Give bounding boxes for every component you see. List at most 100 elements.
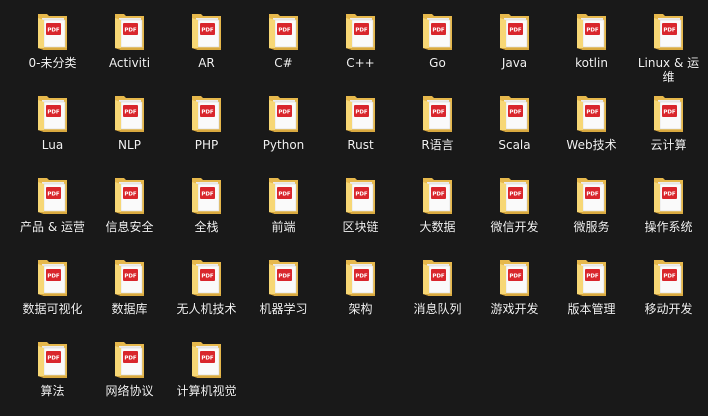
svg-text:PDF: PDF	[432, 192, 445, 198]
folder-label: Activiti	[108, 56, 151, 70]
svg-text:PDF: PDF	[509, 192, 522, 198]
folder-item[interactable]: PDF Java	[476, 4, 553, 86]
folder-item[interactable]: PDF 版本管理	[553, 250, 630, 332]
folder-item[interactable]: PDF 机器学习	[245, 250, 322, 332]
folder-item[interactable]: PDF 数据库	[91, 250, 168, 332]
folder-label: 数据可视化	[22, 302, 83, 316]
folder-label: 计算机视觉	[176, 384, 237, 398]
folder-label: 算法	[40, 384, 65, 398]
folder-item[interactable]: PDF Activiti	[91, 4, 168, 86]
svg-text:PDF: PDF	[355, 110, 368, 116]
folder-label: Java	[501, 56, 528, 70]
pdf-folder-icon: PDF	[267, 90, 301, 134]
pdf-folder-icon: PDF	[652, 90, 686, 134]
folder-label: 信息安全	[105, 220, 154, 234]
folder-item[interactable]: PDF 全栈	[168, 168, 245, 250]
svg-text:PDF: PDF	[663, 274, 676, 280]
folder-item[interactable]: PDF Go	[399, 4, 476, 86]
folder-label: C++	[346, 56, 375, 70]
folder-item[interactable]: PDF Linux & 运维	[630, 4, 707, 86]
svg-text:PDF: PDF	[663, 192, 676, 198]
svg-text:PDF: PDF	[586, 192, 599, 198]
folder-item[interactable]: PDF Scala	[476, 86, 553, 168]
folder-item[interactable]: PDF C++	[322, 4, 399, 86]
pdf-folder-icon: PDF	[498, 8, 532, 52]
svg-text:PDF: PDF	[47, 192, 60, 198]
pdf-folder-icon: PDF	[190, 8, 224, 52]
pdf-folder-icon: PDF	[575, 172, 609, 216]
folder-label: 机器学习	[259, 302, 308, 316]
svg-text:PDF: PDF	[124, 110, 137, 116]
folder-item[interactable]: PDF 操作系统	[630, 168, 707, 250]
folder-item[interactable]: PDF Python	[245, 86, 322, 168]
pdf-folder-icon: PDF	[498, 254, 532, 298]
folder-item[interactable]: PDF 大数据	[399, 168, 476, 250]
folder-label: 全栈	[194, 220, 219, 234]
folder-item[interactable]: PDF C#	[245, 4, 322, 86]
svg-text:PDF: PDF	[355, 192, 368, 198]
pdf-folder-icon: PDF	[267, 254, 301, 298]
pdf-folder-icon: PDF	[344, 254, 378, 298]
folder-item[interactable]: PDF Web技术	[553, 86, 630, 168]
svg-text:PDF: PDF	[124, 356, 137, 362]
folder-item[interactable]: PDF 数据可视化	[14, 250, 91, 332]
folder-item[interactable]: PDF 算法	[14, 332, 91, 414]
folder-item[interactable]: PDF 微信开发	[476, 168, 553, 250]
svg-text:PDF: PDF	[586, 28, 599, 34]
svg-text:PDF: PDF	[201, 274, 214, 280]
pdf-folder-icon: PDF	[113, 336, 147, 380]
folder-item[interactable]: PDF PHP	[168, 86, 245, 168]
folder-label: 消息队列	[413, 302, 462, 316]
svg-text:PDF: PDF	[663, 28, 676, 34]
folder-label: PHP	[194, 138, 219, 152]
folder-item[interactable]: PDF 微服务	[553, 168, 630, 250]
pdf-folder-icon: PDF	[113, 8, 147, 52]
folder-label: Rust	[347, 138, 374, 152]
folder-item[interactable]: PDF 产品 & 运营	[14, 168, 91, 250]
pdf-folder-icon: PDF	[190, 254, 224, 298]
pdf-folder-icon: PDF	[113, 172, 147, 216]
folder-item[interactable]: PDF 0-未分类	[14, 4, 91, 86]
folder-label: 微服务	[573, 220, 610, 234]
folder-label: 大数据	[419, 220, 456, 234]
folder-item[interactable]: PDF 前端	[245, 168, 322, 250]
folder-item[interactable]: PDF 无人机技术	[168, 250, 245, 332]
pdf-folder-icon: PDF	[190, 336, 224, 380]
folder-item[interactable]: PDF NLP	[91, 86, 168, 168]
folder-item[interactable]: PDF 移动开发	[630, 250, 707, 332]
folder-item[interactable]: PDF 计算机视觉	[168, 332, 245, 414]
folder-item[interactable]: PDF AR	[168, 4, 245, 86]
svg-text:PDF: PDF	[47, 110, 60, 116]
svg-text:PDF: PDF	[355, 274, 368, 280]
folder-item[interactable]: PDF kotlin	[553, 4, 630, 86]
folder-label: 微信开发	[490, 220, 539, 234]
folder-item[interactable]: PDF 消息队列	[399, 250, 476, 332]
svg-text:PDF: PDF	[201, 356, 214, 362]
folder-label: Go	[429, 56, 446, 70]
folder-item[interactable]: PDF R语言	[399, 86, 476, 168]
svg-text:PDF: PDF	[47, 274, 60, 280]
svg-text:PDF: PDF	[509, 110, 522, 116]
folder-item[interactable]: PDF 区块链	[322, 168, 399, 250]
folder-label: AR	[198, 56, 215, 70]
pdf-folder-icon: PDF	[652, 172, 686, 216]
folder-item[interactable]: PDF Lua	[14, 86, 91, 168]
folder-label: Python	[262, 138, 305, 152]
pdf-folder-icon: PDF	[190, 172, 224, 216]
pdf-folder-icon: PDF	[267, 8, 301, 52]
svg-text:PDF: PDF	[663, 110, 676, 116]
folder-item[interactable]: PDF 云计算	[630, 86, 707, 168]
svg-text:PDF: PDF	[278, 110, 291, 116]
svg-text:PDF: PDF	[201, 28, 214, 34]
folder-label: C#	[274, 56, 293, 70]
folder-item[interactable]: PDF Rust	[322, 86, 399, 168]
folder-item[interactable]: PDF 网络协议	[91, 332, 168, 414]
folder-item[interactable]: PDF 架构	[322, 250, 399, 332]
folder-label: Linux & 运维	[637, 56, 700, 84]
folder-item[interactable]: PDF 信息安全	[91, 168, 168, 250]
svg-text:PDF: PDF	[432, 110, 445, 116]
folder-item[interactable]: PDF 游戏开发	[476, 250, 553, 332]
folder-label: 网络协议	[105, 384, 154, 398]
file-explorer-view: PDF 0-未分类 PDF Activiti PDF AR PDF C# PDF…	[0, 0, 708, 416]
folder-label: 前端	[271, 220, 296, 234]
